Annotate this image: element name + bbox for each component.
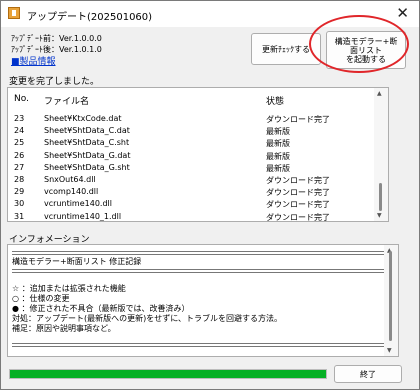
table-row[interactable]: 29 vcomp140.dll ダウンロード完了 [8,187,374,199]
table-row[interactable]: 30 vcruntime140.dll ダウンロード完了 [8,199,374,211]
table-row[interactable]: 31 vcruntime140_1.dll ダウンロード完了 [8,211,374,222]
separator-line [12,269,384,273]
cell-filename: vcruntime140_1.dll [44,211,122,221]
scroll-thumb[interactable] [389,251,392,341]
table-row[interactable]: 24 Sheet¥ShtData_C.dat 最新版 [8,126,374,138]
version-before: ｱｯﾌﾟﾃﾞｰﾄ前：Ver.1.0.0.0 [11,34,102,43]
check-update-button[interactable]: 更新ﾁｪｯｸする [251,33,321,65]
separator-line [12,251,384,255]
cell-status: ダウンロード完了 [266,115,330,124]
cell-filename: SnxOut64.dll [44,175,96,184]
cell-filename: Sheet¥ShtData_C.sht [44,138,130,148]
separator-line [12,343,384,347]
legend-line: 補足：原因や説明事項など。 [12,324,116,333]
cell-status: 最新版 [266,151,290,161]
cell-filename: Sheet¥KtxCode.dat [44,114,122,123]
file-list-header: No. ファイル名 状態 [8,94,374,108]
cell-no: 28 [14,175,25,184]
file-list[interactable]: No. ファイル名 状態 23 Sheet¥KtxCode.dat ダウンロード完了… [7,87,389,222]
launch-label-line-2: 面リスト [350,45,382,55]
title-bar: アップデート(202501060) ✕ [1,1,419,27]
cell-no: 31 [14,211,25,221]
cell-status: ダウンロード完了 [266,176,330,185]
launch-label-line-1: 構造モデラー+断 [334,36,398,46]
column-header-no[interactable]: No. [14,94,29,104]
app-icon [8,7,20,19]
cell-status: 最新版 [266,127,290,137]
scroll-up-icon[interactable]: ▲ [377,90,382,97]
column-header-filename[interactable]: ファイル名 [44,94,89,107]
launch-app-button[interactable]: 構造モデラー+断 面リスト を起動する [326,31,406,69]
cell-no: 27 [14,162,25,172]
file-list-scrollbar[interactable]: ▲ ▼ [374,88,388,221]
close-icon[interactable]: ✕ [396,4,409,22]
cell-filename: vcruntime140.dll [44,199,112,209]
cell-no: 24 [14,126,25,136]
cell-no: 25 [14,138,25,148]
cell-status: 最新版 [266,139,290,149]
table-row[interactable]: 23 Sheet¥KtxCode.dat ダウンロード完了 [8,114,374,126]
product-info-link[interactable]: ■製品情報 [11,54,56,67]
table-row[interactable]: 25 Sheet¥ShtData_C.sht 最新版 [8,138,374,150]
table-row[interactable]: 26 Sheet¥ShtData_G.dat 最新版 [8,151,374,163]
cell-no: 30 [14,199,25,209]
launch-label-line-3: を起動する [346,54,386,64]
cell-status: 最新版 [266,163,290,173]
cell-no: 26 [14,150,25,160]
scroll-down-icon[interactable]: ▼ [377,212,382,219]
scroll-down-icon[interactable]: ▼ [387,347,392,354]
cell-filename: Sheet¥ShtData_C.dat [44,126,130,136]
cell-status: ダウンロード完了 [266,200,330,210]
table-row[interactable]: 28 SnxOut64.dll ダウンロード完了 [8,175,374,187]
cell-filename: Sheet¥ShtData_G.sht [44,162,130,172]
progress-fill [10,370,326,378]
progress-bar [9,369,327,379]
cell-status: ダウンロード完了 [266,188,330,198]
cell-filename: Sheet¥ShtData_G.dat [44,150,131,160]
status-message: 変更を完了しました。 [9,77,100,87]
exit-button[interactable]: 終了 [334,365,402,383]
table-row[interactable]: 27 Sheet¥ShtData_G.sht 最新版 [8,163,374,175]
update-window: アップデート(202501060) ✕ ｱｯﾌﾟﾃﾞｰﾄ前：Ver.1.0.0.… [0,0,420,390]
info-textbox[interactable]: 構造モデラー+断面リスト 修正記録 ☆ ：追加または拡張された機能 ○ ：仕様の… [7,244,399,357]
scroll-thumb[interactable] [379,183,382,211]
cell-filename: vcomp140.dll [44,187,99,197]
info-title-line: 構造モデラー+断面リスト 修正記録 [12,257,142,266]
column-header-status[interactable]: 状態 [266,94,284,107]
window-title: アップデート(202501060) [27,12,153,23]
cell-status: ダウンロード完了 [266,212,330,222]
cell-no: 29 [14,187,25,197]
info-scrollbar[interactable]: ▲ ▼ [384,245,398,356]
cell-no: 23 [14,114,25,123]
